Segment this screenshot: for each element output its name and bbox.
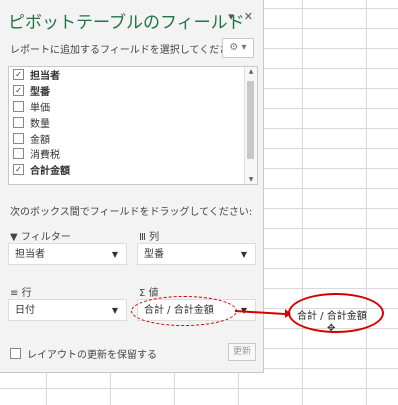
columns-area-item[interactable]: 型番 ▼ <box>137 243 256 265</box>
pane-title: ピボットテーブルのフィールド <box>8 13 245 33</box>
field-checkbox[interactable]: ✓ <box>13 69 24 81</box>
field-checkbox[interactable] <box>13 132 24 144</box>
chevron-down-icon[interactable]: ▼ <box>112 300 118 322</box>
sigma-icon: Σ <box>139 288 146 299</box>
filter-icon: ▼ <box>10 232 18 243</box>
scroll-up-icon[interactable]: ▲ <box>245 68 257 75</box>
drag-message: 次のボックス間でフィールドをドラッグしてください: <box>10 207 253 218</box>
columns-area-title: 列 <box>149 232 160 243</box>
move-cursor-icon: ✥ <box>327 323 336 334</box>
collapse-icon[interactable]: ▾ <box>228 10 234 23</box>
scroll-thumb[interactable] <box>247 81 254 159</box>
field-label: 型番 <box>30 87 50 99</box>
field-item[interactable]: 金額 <box>9 130 257 146</box>
field-checkbox[interactable] <box>13 148 24 160</box>
field-item[interactable]: ✓ 合計金額 <box>9 162 257 178</box>
drag-target-label: 合計 / 合計金額 <box>297 311 367 322</box>
field-label: 合計金額 <box>30 166 70 178</box>
field-label: 金額 <box>30 134 50 146</box>
field-checkbox[interactable] <box>13 100 24 112</box>
field-checkbox[interactable]: ✓ <box>13 85 24 97</box>
update-button[interactable]: 更新 <box>228 343 256 361</box>
filter-area-header: ▼ フィルター <box>10 228 71 243</box>
filter-area-value: 担当者 <box>15 249 45 260</box>
scroll-down-icon[interactable]: ▼ <box>245 176 257 183</box>
gear-icon[interactable]: ⚙ ▾ <box>222 38 254 58</box>
rows-area-header: ≡ 行 <box>10 284 32 299</box>
field-item[interactable]: ✓ 担当者 <box>9 67 257 83</box>
defer-update-row[interactable]: レイアウトの更新を保留する <box>10 346 157 361</box>
field-item[interactable]: 消費税 <box>9 146 257 162</box>
values-area-header: Σ 値 <box>139 284 159 299</box>
close-icon[interactable]: ✕ <box>244 10 253 23</box>
field-list: ✓ 担当者 ✓ 型番単価数量金額消費税 ✓ 合計金額 ▲ ▼ <box>8 66 258 185</box>
field-checkbox[interactable]: ✓ <box>13 164 24 176</box>
filter-area-title: フィルター <box>20 232 71 243</box>
rows-area-item[interactable]: 日付 ▼ <box>8 299 127 321</box>
defer-checkbox[interactable] <box>10 348 21 359</box>
field-checkbox[interactable] <box>13 116 24 128</box>
chevron-down-icon[interactable]: ▼ <box>241 244 247 266</box>
defer-label: レイアウトの更新を保留する <box>27 350 157 361</box>
rows-area-value: 日付 <box>15 305 35 316</box>
field-item[interactable]: ✓ 型番 <box>9 83 257 99</box>
chevron-down-icon[interactable]: ▼ <box>112 244 118 266</box>
field-label: 担当者 <box>30 71 60 83</box>
field-item[interactable]: 単価 <box>9 99 257 115</box>
filter-area-item[interactable]: 担当者 ▼ <box>8 243 127 265</box>
rows-icon: ≡ <box>10 288 19 299</box>
field-label: 数量 <box>30 118 50 130</box>
columns-area-value: 型番 <box>144 249 164 260</box>
field-label: 単価 <box>30 102 50 114</box>
drag-arrow <box>235 309 291 318</box>
pane-subtitle: レポートに追加するフィールドを選択してください: <box>10 45 243 56</box>
columns-icon: Ⅲ <box>139 232 146 243</box>
field-list-scrollbar[interactable]: ▲ ▼ <box>244 67 257 184</box>
field-item[interactable]: 数量 <box>9 114 257 130</box>
rows-area-title: 行 <box>21 288 32 299</box>
source-highlight-ellipse <box>131 296 237 326</box>
columns-area-header: Ⅲ 列 <box>139 228 159 243</box>
field-label: 消費税 <box>30 150 60 162</box>
